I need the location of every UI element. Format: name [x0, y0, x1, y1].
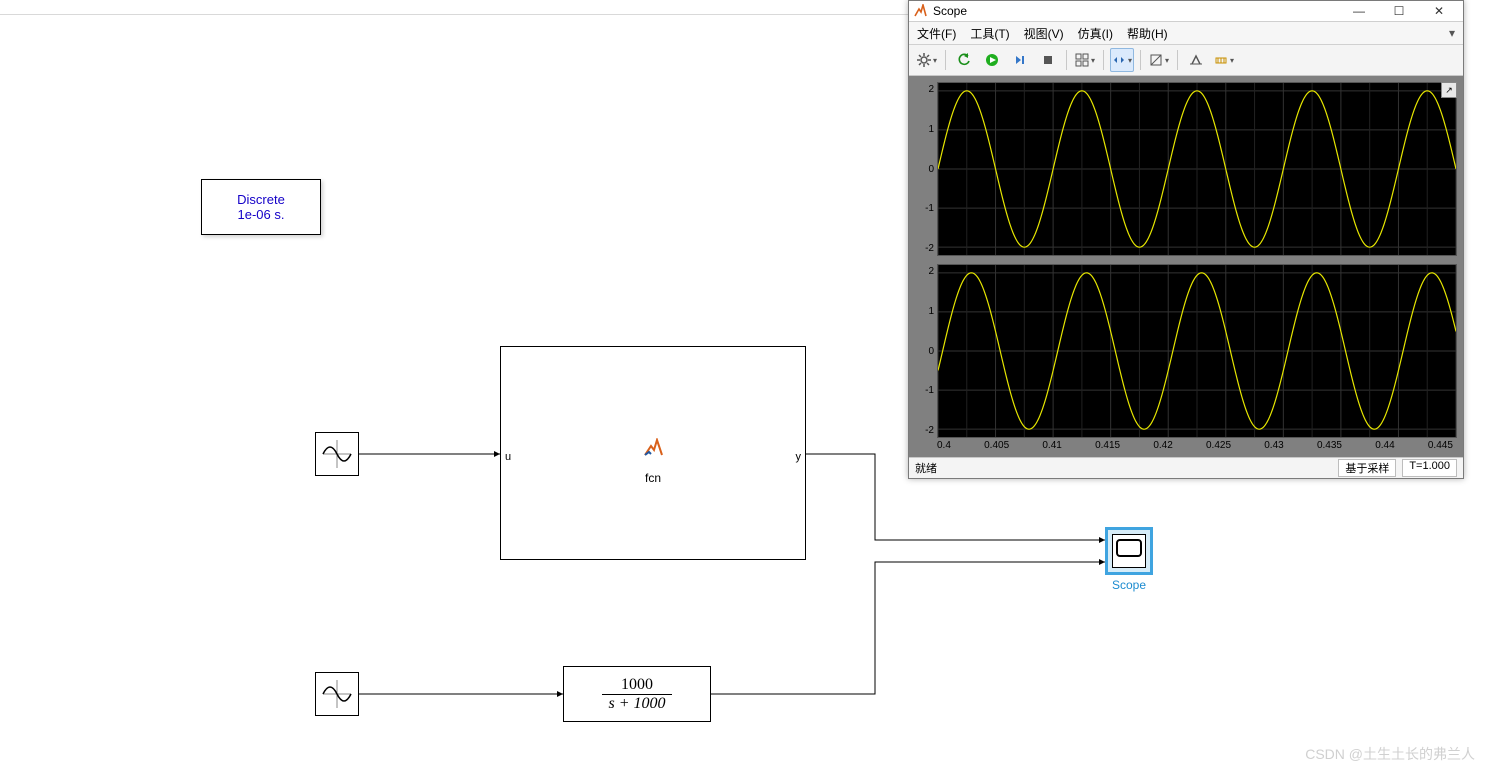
discrete-label-2: 1e-06 s. [238, 207, 285, 222]
divider-line [0, 14, 908, 15]
stop-icon[interactable] [1036, 48, 1060, 72]
scope-icon [1112, 534, 1146, 568]
scope-block[interactable] [1105, 527, 1153, 575]
triggers-icon[interactable] [1184, 48, 1208, 72]
step-forward-icon[interactable] [1008, 48, 1032, 72]
plot-1-yaxis: 210-1-2 [915, 82, 937, 256]
scope-block-label: Scope [1104, 578, 1154, 592]
sine-icon [319, 676, 355, 712]
maximize-axes-icon[interactable]: ↗ [1441, 82, 1457, 98]
menu-tools[interactable]: 工具(T) [970, 25, 1009, 42]
plot-1[interactable]: 210-1-2 [915, 82, 1457, 256]
status-time: T=1.000 [1402, 459, 1457, 477]
play-icon[interactable] [980, 48, 1004, 72]
toolbar-separator [1103, 50, 1104, 70]
layout-icon[interactable] [1073, 48, 1097, 72]
toolbar-separator [1140, 50, 1141, 70]
menu-view[interactable]: 视图(V) [1024, 25, 1064, 42]
measurements-icon[interactable] [1212, 48, 1236, 72]
menu-help[interactable]: 帮助(H) [1127, 25, 1168, 42]
sine-wave-block-1[interactable] [315, 432, 359, 476]
menu-corner-icon[interactable]: ▾ [1449, 26, 1455, 40]
tf-numerator: 1000 [602, 676, 671, 695]
solver-config-block[interactable]: Discrete 1e-06 s. [201, 179, 321, 235]
toolbar-separator [1177, 50, 1178, 70]
restart-icon[interactable] [952, 48, 976, 72]
scope-window[interactable]: Scope — ☐ ✕ 文件(F) 工具(T) 视图(V) 仿真(I) 帮助(H… [908, 0, 1464, 479]
plot-2-yaxis: 210-1-2 [915, 264, 937, 438]
matlab-icon [642, 438, 664, 463]
plot-area: ↗ 210-1-2 210-1-2 0.40.4050.410.4150.420… [909, 76, 1463, 457]
zoom-mode-icon[interactable] [1110, 48, 1134, 72]
plot-1-chart[interactable] [937, 82, 1457, 256]
title-bar[interactable]: Scope — ☐ ✕ [909, 1, 1463, 22]
fcn-output-port-label: y [796, 451, 802, 463]
sine-wave-block-2[interactable] [315, 672, 359, 716]
maximize-button[interactable]: ☐ [1379, 4, 1419, 18]
shared-xaxis: 0.40.4050.410.4150.420.4250.430.4350.440… [915, 440, 1457, 451]
scale-axes-icon[interactable] [1147, 48, 1171, 72]
transfer-function-expression: 1000 s + 1000 [602, 676, 671, 713]
menu-file[interactable]: 文件(F) [917, 25, 956, 42]
watermark: CSDN @土生土长的弗兰人 [1305, 744, 1475, 764]
close-button[interactable]: ✕ [1419, 4, 1459, 18]
plot-2-chart[interactable] [937, 264, 1457, 438]
toolbar-separator [1066, 50, 1067, 70]
menu-bar: 文件(F) 工具(T) 视图(V) 仿真(I) 帮助(H) ▾ [909, 22, 1463, 45]
menu-simulation[interactable]: 仿真(I) [1078, 25, 1113, 42]
tf-denominator: s + 1000 [602, 695, 671, 713]
toolbar [909, 45, 1463, 76]
transfer-function-block[interactable]: 1000 s + 1000 [563, 666, 711, 722]
discrete-label-1: Discrete [237, 192, 285, 207]
status-text: 就绪 [915, 460, 937, 476]
matlab-icon [913, 4, 927, 18]
matlab-function-block[interactable]: u y fcn [500, 346, 806, 560]
status-mode: 基于采样 [1338, 459, 1396, 477]
sine-icon [319, 436, 355, 472]
toolbar-separator [945, 50, 946, 70]
window-title: Scope [933, 4, 1339, 18]
status-bar: 就绪 基于采样 T=1.000 [909, 457, 1463, 478]
gear-icon[interactable] [915, 48, 939, 72]
fcn-label: fcn [645, 471, 661, 485]
fcn-input-port-label: u [505, 451, 511, 463]
minimize-button[interactable]: — [1339, 4, 1379, 18]
plot-2[interactable]: 210-1-2 [915, 264, 1457, 438]
